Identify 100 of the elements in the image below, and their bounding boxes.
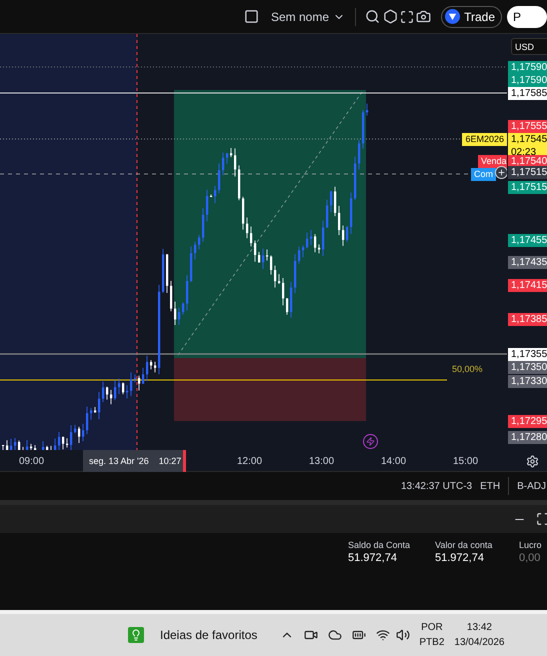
price-label: 1,17435 xyxy=(508,256,547,269)
candle xyxy=(94,406,96,414)
price-label: 1,17590 xyxy=(508,61,547,74)
account-label: Saldo da Conta xyxy=(348,540,412,550)
candle xyxy=(286,298,288,316)
candle xyxy=(178,307,180,326)
price-label: 1,17455 xyxy=(508,234,547,247)
price-label: 1,17585 xyxy=(508,87,547,100)
maximize-icon[interactable] xyxy=(535,511,547,527)
candle xyxy=(170,280,172,312)
profile-button[interactable]: P xyxy=(507,6,547,28)
candle xyxy=(214,185,216,204)
lightbulb-icon[interactable] xyxy=(128,627,144,643)
lightning-icon[interactable] xyxy=(363,434,378,449)
candle xyxy=(334,186,336,217)
date-text[interactable]: 13/04/2026 xyxy=(454,635,504,650)
symbol-tag: 6EM2026 xyxy=(462,133,507,146)
candle xyxy=(310,230,312,246)
price-label: 1,17545 xyxy=(508,133,547,146)
cursor-date: seg. 13 Abr '26 xyxy=(89,456,149,466)
candle xyxy=(298,246,300,264)
candle xyxy=(82,424,84,442)
candle xyxy=(58,432,60,450)
candle xyxy=(110,389,112,405)
candle xyxy=(162,248,164,294)
time-tick: 12:00 xyxy=(237,456,262,467)
candle xyxy=(238,165,240,201)
language-text[interactable]: POR xyxy=(421,620,443,635)
session-button[interactable]: ETH xyxy=(480,480,500,492)
price-label: 1,17330 xyxy=(508,375,547,388)
candle xyxy=(210,194,212,198)
candle xyxy=(182,302,184,316)
candle xyxy=(122,382,124,395)
adjustment-button[interactable]: B-ADJ xyxy=(517,480,546,492)
account-value: 0,00 xyxy=(519,552,542,564)
candle xyxy=(366,103,368,116)
candle xyxy=(150,360,152,370)
widget-label[interactable]: Ideias de favoritos xyxy=(160,628,258,642)
candle xyxy=(66,438,68,448)
layout-name-button[interactable]: Sem nome xyxy=(267,10,334,24)
candle xyxy=(30,444,32,450)
candle xyxy=(70,424,72,450)
plus-icon[interactable] xyxy=(495,166,507,179)
candle xyxy=(54,438,56,450)
candle xyxy=(338,205,340,236)
candle xyxy=(134,374,136,383)
candle xyxy=(26,440,28,450)
candle xyxy=(146,355,148,382)
hexagon-icon[interactable] xyxy=(382,8,398,24)
candle xyxy=(166,254,168,294)
candle xyxy=(78,426,80,444)
candle xyxy=(346,226,348,242)
candle xyxy=(114,380,116,401)
volume-icon[interactable] xyxy=(395,627,412,643)
candle xyxy=(218,162,220,194)
settings-icon[interactable] xyxy=(524,453,540,469)
fullscreen-icon[interactable] xyxy=(400,8,414,24)
price-label: 1,17590 xyxy=(508,74,547,87)
candle xyxy=(254,240,256,262)
candle xyxy=(354,156,356,201)
candle xyxy=(194,241,196,260)
candle xyxy=(330,190,332,213)
candle xyxy=(230,148,232,158)
candle xyxy=(138,375,140,391)
candle xyxy=(190,246,192,283)
price-label: 1,17385 xyxy=(508,313,547,326)
candle xyxy=(226,152,228,164)
candle xyxy=(14,438,16,450)
search-icon[interactable] xyxy=(365,8,380,24)
price-label: 1,17515 xyxy=(508,181,547,194)
currency-dropdown[interactable]: USD xyxy=(511,38,547,55)
candle xyxy=(186,274,188,311)
candle xyxy=(270,255,272,275)
checkbox-icon[interactable] xyxy=(244,8,259,24)
clock-text: 13:42:37 UTC-3 xyxy=(400,480,472,492)
time-tick: 09:00 xyxy=(19,456,44,467)
candle xyxy=(234,148,236,177)
camera-icon[interactable] xyxy=(416,8,432,24)
candle xyxy=(342,225,344,246)
account-value: 51.972,74 xyxy=(348,552,398,564)
candle xyxy=(118,378,120,395)
candle xyxy=(322,220,324,256)
sell-tag[interactable]: Venda xyxy=(478,155,507,168)
candle xyxy=(246,217,248,239)
candle xyxy=(274,265,276,288)
trade-button[interactable]: Trade xyxy=(441,6,502,28)
candle xyxy=(6,440,8,450)
trade-logo-icon xyxy=(445,9,460,24)
keyboard-layout-text[interactable]: PTB2 xyxy=(419,635,444,650)
candle xyxy=(350,192,352,234)
candle xyxy=(198,234,200,250)
candle xyxy=(278,274,280,284)
candle xyxy=(362,110,364,149)
candle xyxy=(358,140,360,170)
candle xyxy=(142,367,144,384)
candle xyxy=(10,438,12,450)
candle xyxy=(294,254,296,294)
candle xyxy=(174,301,176,326)
clock-text[interactable]: 13:42 xyxy=(466,620,492,635)
candle xyxy=(302,244,304,258)
